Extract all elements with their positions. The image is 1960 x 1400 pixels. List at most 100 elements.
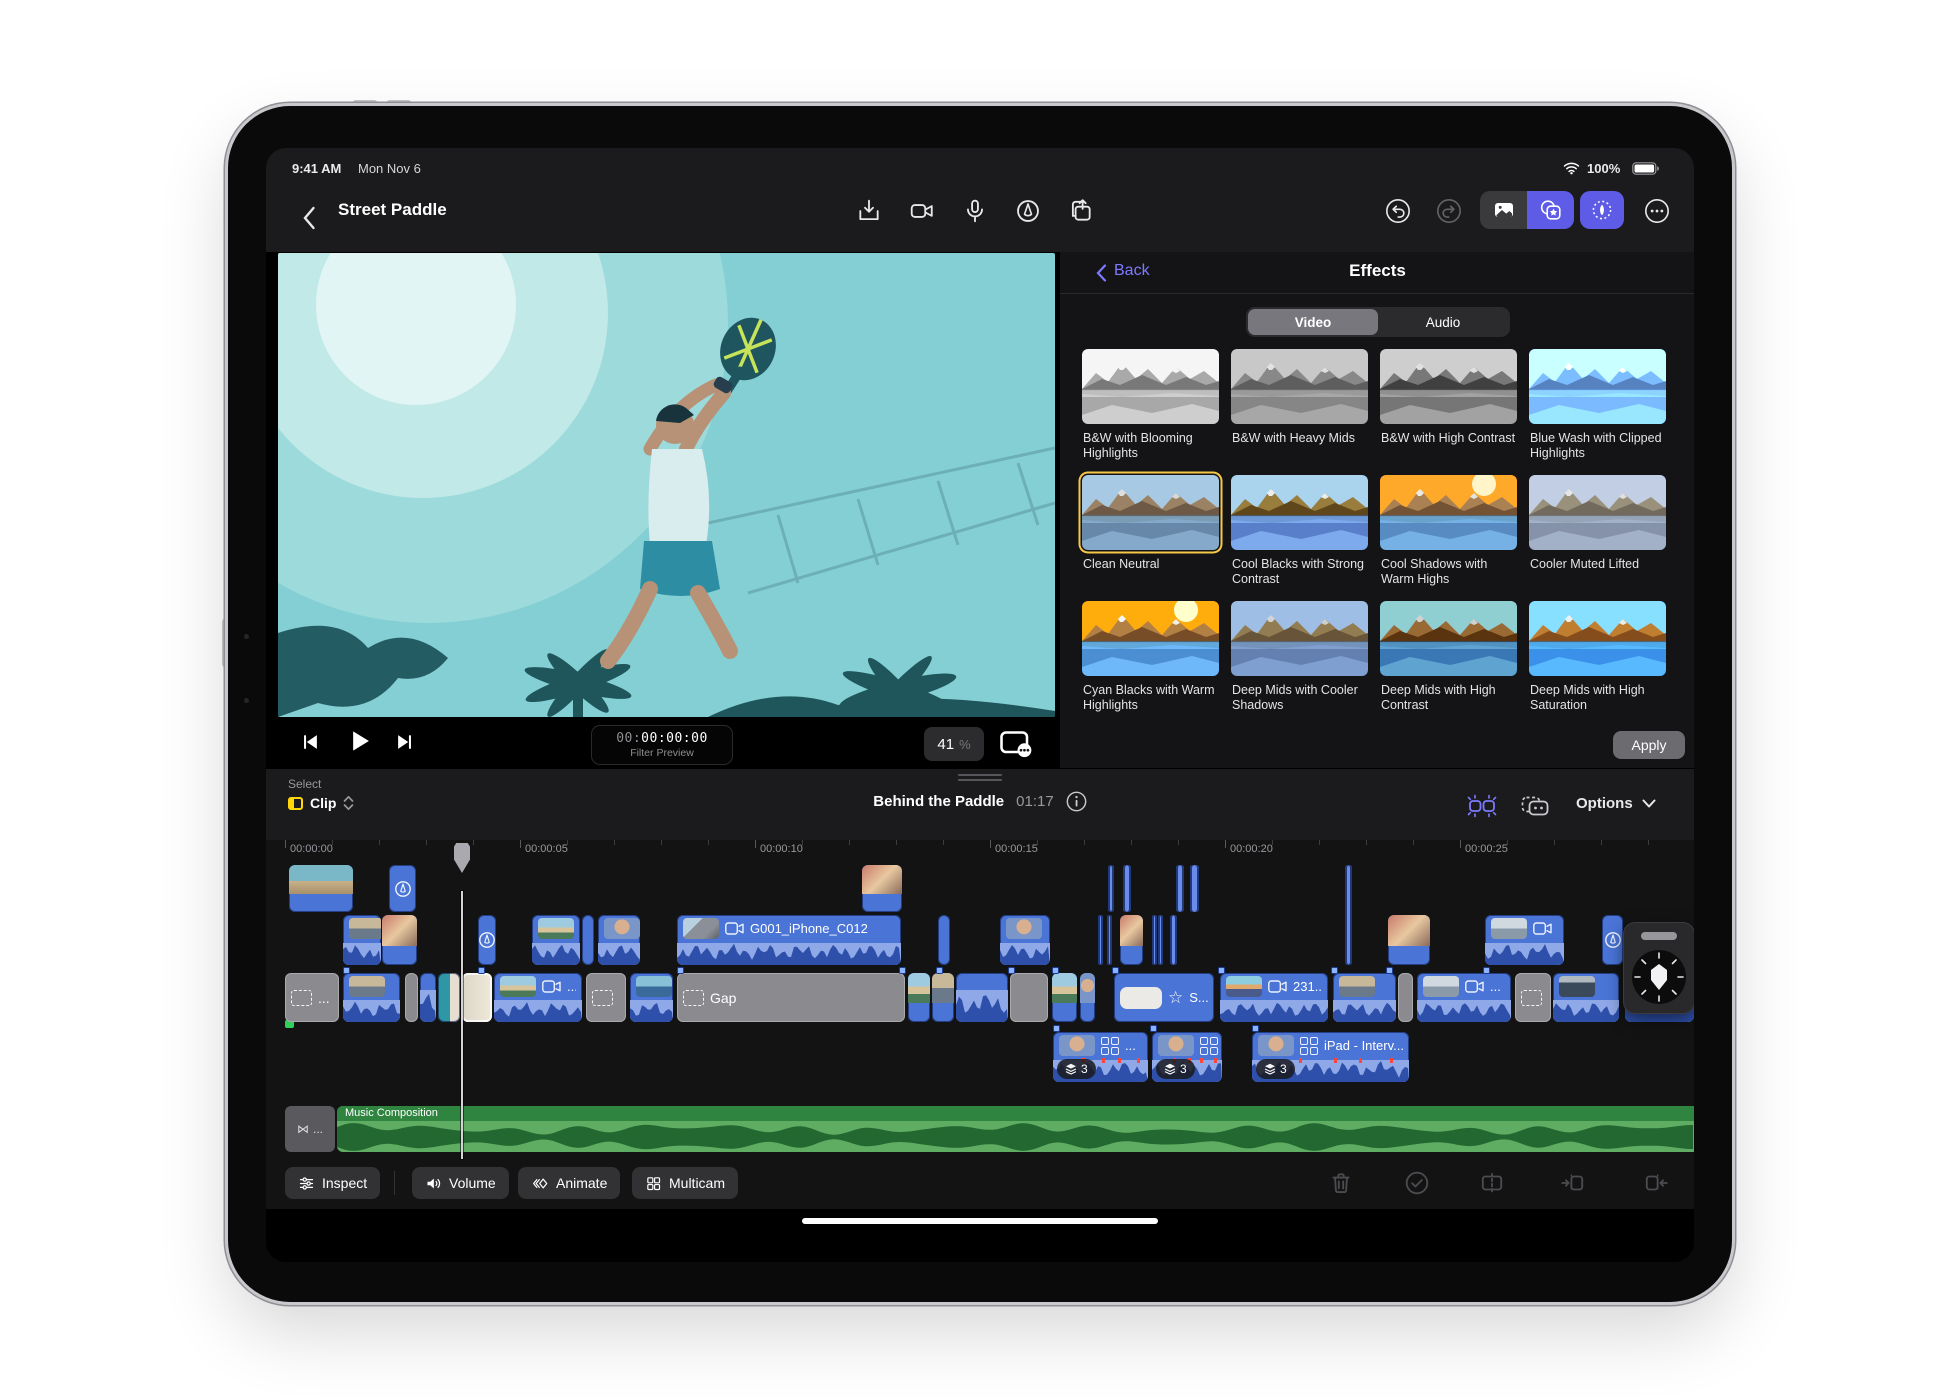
effect-preview-image[interactable] [1380,475,1517,550]
effect-preview-image[interactable] [1529,475,1666,550]
timeline-clip[interactable] [1345,865,1352,965]
timeline-clip[interactable] [1052,973,1077,1022]
timeline-clip[interactable] [1158,915,1163,965]
timeline-clip[interactable] [478,915,496,965]
info-icon[interactable] [1066,791,1087,812]
selection-dot[interactable] [936,967,943,974]
selection-dot[interactable] [478,967,485,974]
effect-thumbnail[interactable]: Cool Blacks with Strong Contrast [1231,475,1368,550]
selection-dot[interactable] [1218,967,1225,974]
timeline-clip[interactable]: ... [285,973,339,1022]
trim-end-icon[interactable] [1643,1170,1669,1196]
connect-clips-icon[interactable] [1466,791,1498,821]
enhance-button[interactable] [1580,191,1624,229]
selection-dot[interactable] [899,967,906,974]
effect-thumbnail[interactable]: B&W with Heavy Mids [1231,349,1368,424]
music-track-clip[interactable]: Music Composition [337,1106,1694,1152]
timeline-clip[interactable] [382,915,417,965]
timeline-clip[interactable] [1190,865,1199,912]
timeline-clip[interactable] [532,915,580,965]
timeline-clip[interactable] [862,865,902,912]
effect-thumbnail[interactable]: B&W with Blooming Highlights [1082,349,1219,424]
trim-start-icon[interactable] [1560,1170,1586,1196]
timeline-clip[interactable] [586,973,626,1022]
selection-dot[interactable] [1331,967,1338,974]
timeline-clip[interactable] [420,973,436,1022]
timeline-clip[interactable] [405,973,418,1022]
effect-preview-image[interactable] [1082,601,1219,676]
timeline-clip[interactable] [438,973,460,1022]
timeline-clip[interactable] [1152,915,1157,965]
skip-back-icon[interactable] [299,731,321,753]
multicam-clip[interactable]: 3 [1152,1032,1222,1082]
undo-icon[interactable] [1385,198,1411,224]
playhead-line[interactable] [461,891,463,1159]
apply-button[interactable]: Apply [1613,731,1685,759]
timeline-clip[interactable] [1333,973,1396,1022]
timeline-clip[interactable] [1120,915,1143,965]
timeline-clip[interactable] [1108,865,1114,912]
timeline-clip[interactable] [1485,915,1564,965]
timeline-clip[interactable] [1000,915,1050,965]
multicam-clip[interactable]: iPad - Interv...3 [1252,1032,1409,1082]
zoom-level-control[interactable]: 41 % [924,727,984,761]
multicam-button[interactable]: Multicam [632,1167,738,1199]
delete-icon[interactable] [1328,1170,1354,1196]
timeline-clip[interactable] [343,915,381,965]
effect-thumbnail[interactable]: B&W with High Contrast [1380,349,1517,424]
overwrite-placement-icon[interactable] [1520,792,1550,820]
back-chevron-icon[interactable] [302,206,316,230]
effect-thumbnail[interactable]: Deep Mids with High Contrast [1380,601,1517,676]
timeline-clip[interactable] [630,973,673,1022]
timeline-clip[interactable] [932,973,954,1022]
timeline-clip[interactable]: G001_iPhone_C012 [677,915,901,965]
effect-preview-image[interactable] [1380,601,1517,676]
timeline-clip[interactable] [598,915,640,965]
timeline-clip[interactable] [1170,915,1177,965]
selection-dot[interactable] [1053,1025,1060,1032]
timeline-clip[interactable] [1515,973,1551,1022]
timeline-clip[interactable] [1098,915,1103,965]
timeline-clip[interactable] [1080,973,1095,1022]
timeline-clip[interactable] [389,865,416,912]
home-indicator[interactable] [802,1218,1158,1224]
skip-forward-icon[interactable] [394,731,416,753]
multicam-clip[interactable]: ...3 [1053,1032,1148,1082]
timeline-clip[interactable]: ... [1417,973,1511,1022]
effect-thumbnail[interactable]: Cyan Blacks with Warm Highlights [1082,601,1219,676]
effect-preview-image[interactable] [1082,349,1219,424]
viewer-overlay-icon[interactable] [997,725,1033,761]
selection-dot[interactable] [343,967,350,974]
record-video-icon[interactable] [909,198,935,224]
selection-dot[interactable] [1150,1025,1157,1032]
jog-wheel[interactable] [1623,922,1694,1014]
share-icon[interactable] [1068,198,1094,224]
timeline-clip[interactable] [1176,865,1184,912]
effect-thumbnail[interactable]: Blue Wash with Clipped Highlights [1529,349,1666,424]
jog-wheel-handle[interactable] [1641,932,1677,940]
effect-preview-image[interactable] [1231,601,1368,676]
timeline-clip[interactable] [1107,915,1112,965]
options-dropdown[interactable]: Options [1576,795,1656,812]
selection-dot[interactable] [1483,967,1490,974]
music-left-clip[interactable]: ⋈ ... [285,1106,335,1152]
panel-drag-handle[interactable] [958,774,1002,784]
effect-preview-image[interactable] [1231,349,1368,424]
timeline-clip[interactable] [1010,973,1048,1022]
tab-video[interactable]: Video [1248,309,1378,335]
play-button[interactable] [345,726,373,756]
timeline-clip[interactable] [938,915,950,965]
timeline-clip[interactable] [1388,915,1430,965]
timeline-clip[interactable] [1398,973,1413,1022]
timecode-display[interactable]: 00:00:00:00 Filter Preview [591,725,733,765]
timeline-clip[interactable] [289,865,353,912]
timeline-clip[interactable]: Gap [677,973,905,1022]
selection-dot[interactable] [677,967,684,974]
selection-dot[interactable] [1112,967,1119,974]
draw-icon[interactable] [1015,198,1041,224]
timeline-clip[interactable] [908,973,930,1022]
inspect-button[interactable]: Inspect [285,1167,380,1199]
video-preview[interactable] [278,253,1055,717]
timeline-clip[interactable]: 231... [1220,973,1328,1022]
effect-preview-image[interactable] [1380,349,1517,424]
